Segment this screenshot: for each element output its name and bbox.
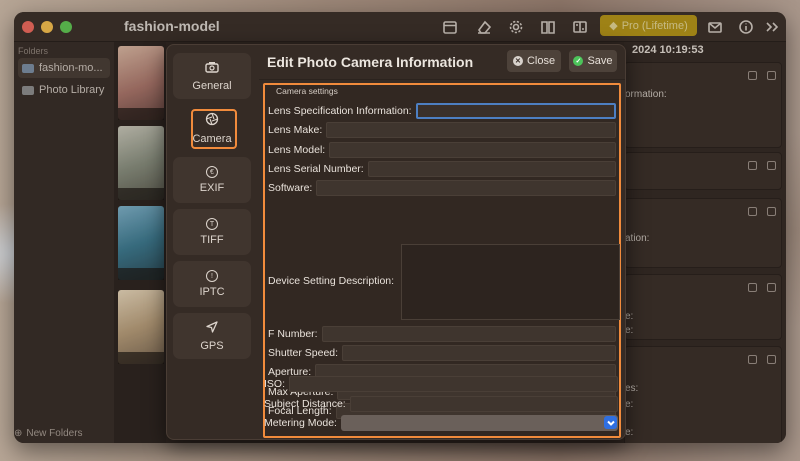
tab-camera[interactable]: Camera: [173, 105, 251, 151]
metering-mode-row: Metering Mode:: [264, 414, 618, 432]
lens-serial-field[interactable]: [367, 161, 616, 177]
dialog-title: Edit Photo Camera Information: [267, 54, 474, 70]
info-icon: !: [206, 270, 218, 282]
tab-tiff[interactable]: T TIFF: [173, 209, 251, 255]
field-label: Subject Distance:: [264, 398, 346, 410]
lens-spec-field[interactable]: [415, 103, 616, 119]
field-label: Metering Mode:: [264, 417, 337, 429]
field-label: F Number:: [268, 328, 318, 340]
exif-icon: €: [206, 166, 218, 178]
lens-serial-row: Lens Serial Number:: [268, 160, 616, 178]
field-label: ISO:: [264, 378, 286, 390]
field-label: Shutter Speed:: [268, 347, 339, 359]
aperture-icon: [205, 112, 219, 129]
subject-distance-field[interactable]: [349, 396, 618, 412]
save-button[interactable]: ✓ Save: [569, 50, 617, 72]
field-label: Software:: [268, 182, 313, 194]
device-setting-textarea[interactable]: [401, 244, 620, 320]
f-number-field[interactable]: [321, 326, 616, 342]
metering-mode-select[interactable]: [340, 415, 618, 431]
dialog-nav: General Camera € EXIF T TIFF ! IPTC GPS: [167, 45, 259, 439]
shutter-speed-row: Shutter Speed:: [268, 344, 616, 362]
lens-spec-row: Lens Specification Information:: [268, 102, 616, 120]
tab-general[interactable]: General: [173, 53, 251, 99]
camera-icon: [205, 61, 219, 76]
shutter-speed-field[interactable]: [342, 345, 616, 361]
field-label: Lens Model:: [268, 144, 326, 156]
close-icon: ✕: [512, 56, 523, 66]
location-arrow-icon: [206, 320, 218, 336]
lens-model-field[interactable]: [329, 142, 616, 158]
checkmark-icon: ✓: [573, 56, 584, 66]
tab-gps[interactable]: GPS: [173, 313, 251, 359]
field-label: Lens Specification Information:: [268, 105, 412, 117]
divider: [259, 79, 625, 80]
lens-model-row: Lens Model:: [268, 141, 616, 159]
lens-make-field[interactable]: [326, 122, 616, 138]
f-number-row: F Number:: [268, 325, 616, 343]
field-label: Lens Serial Number:: [268, 163, 364, 175]
field-label: Device Setting Description:: [268, 275, 395, 287]
lens-make-row: Lens Make:: [268, 121, 616, 139]
iso-field[interactable]: [289, 376, 618, 392]
software-row: Software:: [268, 179, 616, 197]
close-button[interactable]: ✕ Close: [507, 50, 561, 72]
tiff-icon: T: [206, 218, 218, 230]
field-label: Lens Make:: [268, 124, 323, 136]
tab-exif[interactable]: € EXIF: [173, 157, 251, 203]
iso-row: ISO:: [264, 375, 618, 393]
software-field[interactable]: [316, 180, 616, 196]
group-label: Camera settings: [276, 86, 338, 96]
subject-distance-row: Subject Distance:: [264, 395, 618, 413]
tab-iptc[interactable]: ! IPTC: [173, 261, 251, 307]
chevron-down-icon: [604, 416, 617, 429]
